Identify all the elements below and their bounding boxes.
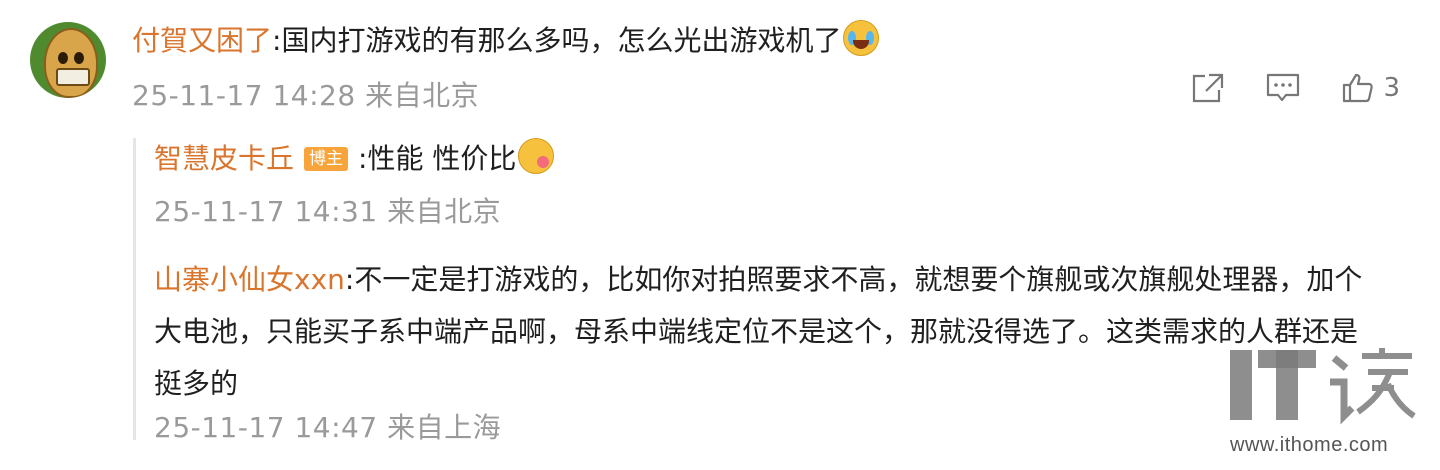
main-comment-timestamp: 25-11-17 14:28 bbox=[132, 79, 356, 112]
laugh-cry-emoji-icon bbox=[843, 20, 880, 56]
thumbs-up-icon bbox=[1343, 73, 1374, 103]
like-count: 3 bbox=[1383, 73, 1400, 103]
reply-2-username[interactable]: 山寨小仙女xxn bbox=[154, 263, 345, 296]
reply-1-text: 性能 性价比 bbox=[367, 142, 517, 175]
reply-1-location: 来自北京 bbox=[387, 195, 502, 228]
ithome-url-watermark: www.ithome.com bbox=[1230, 434, 1389, 456]
comment-icon bbox=[1267, 73, 1300, 102]
main-comment-username[interactable]: 付賀又困了 bbox=[132, 24, 272, 57]
reply-1-body: 智慧皮卡丘 博主:性能 性价比 bbox=[154, 138, 555, 179]
reply-2-separator: : bbox=[344, 263, 355, 296]
like-button[interactable]: 3 bbox=[1341, 72, 1400, 104]
avatar-peanut-image bbox=[44, 28, 98, 98]
reply-2-meta: 25-11-17 14:47 来自上海 bbox=[154, 406, 501, 446]
share-icon bbox=[1193, 73, 1224, 103]
reply-1-timestamp: 25-11-17 14:31 bbox=[154, 195, 378, 228]
reply-thread-bar bbox=[133, 138, 136, 440]
reply-1-username[interactable]: 智慧皮卡丘 bbox=[154, 142, 294, 175]
comment-button[interactable] bbox=[1265, 72, 1301, 104]
reply-2-location: 来自上海 bbox=[387, 411, 502, 444]
reply-2-body: 山寨小仙女xxn:不一定是打游戏的，比如你对拍照要求不高，就想要个旗舰或次旗舰处… bbox=[154, 254, 1384, 410]
reply-1-meta: 25-11-17 14:31 来自北京 bbox=[154, 190, 501, 230]
main-comment-text: 国内打游戏的有那么多吗，怎么光出游戏机了 bbox=[281, 24, 842, 57]
comment-actions: 3 bbox=[1191, 72, 1400, 104]
blogger-badge: 博主 bbox=[304, 147, 349, 171]
main-comment-location: 来自北京 bbox=[365, 79, 480, 112]
share-button[interactable] bbox=[1191, 72, 1225, 104]
avatar[interactable] bbox=[30, 22, 106, 98]
heart-kiss-emoji-icon bbox=[518, 138, 555, 174]
main-comment-meta: 25-11-17 14:28 来自北京 bbox=[132, 74, 479, 114]
reply-2-timestamp: 25-11-17 14:47 bbox=[154, 411, 378, 444]
main-comment-body: 付賀又困了:国内打游戏的有那么多吗，怎么光出游戏机了 bbox=[132, 20, 880, 61]
